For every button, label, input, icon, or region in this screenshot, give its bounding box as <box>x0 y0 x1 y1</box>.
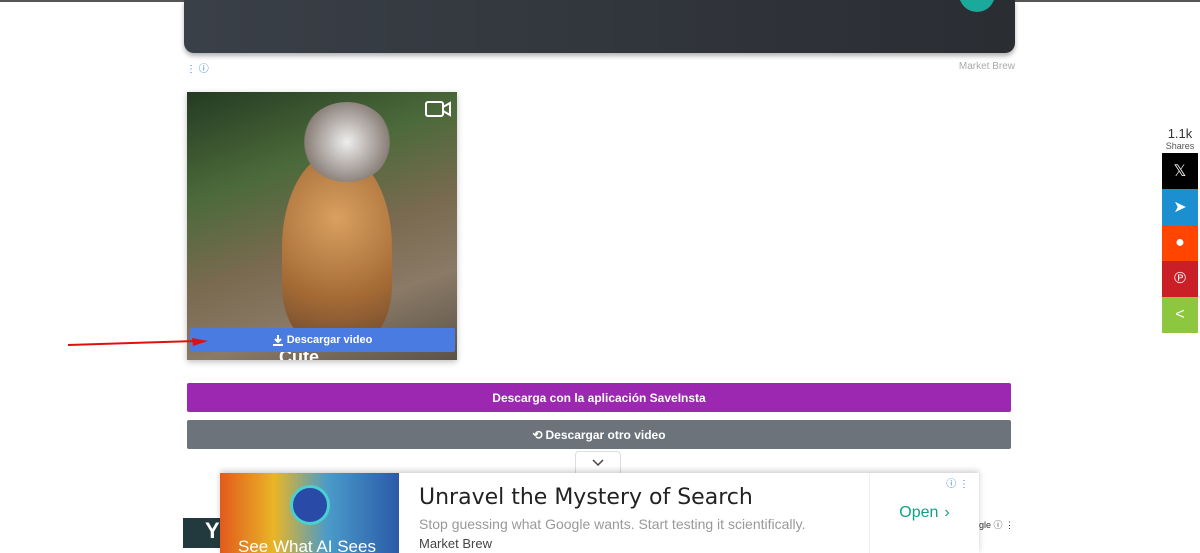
download-video-label: Descargar video <box>286 334 373 346</box>
partial-ad-left: Y <box>183 518 220 548</box>
video-camera-icon <box>425 101 451 117</box>
ad-cta-circle[interactable] <box>959 0 995 12</box>
telegram-icon: ➤ <box>1173 199 1187 216</box>
download-another-label: Descargar otro video <box>545 427 666 442</box>
download-video-button[interactable]: Descargar video <box>190 328 455 352</box>
share-telegram-button[interactable]: ➤ <box>1162 189 1198 225</box>
partial-ad-right: gle ⓘ ⋮ <box>979 520 1015 530</box>
download-icon <box>272 334 283 346</box>
pinterest-icon: ℗ <box>1174 270 1186 287</box>
ad-image: See What AI Sees <box>220 473 399 553</box>
bottom-anchor-ad[interactable]: See What AI Sees Unravel the Mystery of … <box>220 473 979 553</box>
video-thumbnail[interactable]: Cute <box>187 92 457 360</box>
download-another-button[interactable]: ⟲ Descargar otro video <box>187 420 1011 449</box>
collapse-ad-button[interactable] <box>575 451 621 473</box>
chevron-down-icon <box>592 458 604 466</box>
ad-advertiser: Market Brew <box>419 536 492 551</box>
share-count: 1.1k <box>1167 126 1193 141</box>
reddit-icon: ● <box>1175 234 1185 251</box>
ad-open-label: Open <box>899 504 939 521</box>
top-ad-banner[interactable] <box>184 0 1015 53</box>
share-icon: < <box>1175 306 1185 323</box>
ad-image-text: See What AI Sees <box>238 537 376 553</box>
ad-advertiser: Market Brew <box>958 61 1015 72</box>
share-x-button[interactable]: 𝕏 <box>1162 153 1198 189</box>
share-bar: 1.1k Shares 𝕏 ➤ ● ℗ < <box>1162 126 1198 333</box>
share-more-button[interactable]: < <box>1162 297 1198 333</box>
ad-title[interactable]: Unravel the Mystery of Search <box>419 485 849 510</box>
refresh-icon: ⟲ <box>532 427 543 442</box>
chevron-right-icon: › <box>944 504 950 521</box>
share-reddit-button[interactable]: ● <box>1162 225 1198 261</box>
ad-info-icon[interactable]: ⓘ ⋮ <box>946 475 969 490</box>
ad-info-icon[interactable]: ⋮ ⓘ <box>186 60 209 75</box>
share-label: Shares <box>1165 141 1195 151</box>
ad-logo <box>290 485 330 525</box>
ad-description: Stop guessing what Google wants. Start t… <box>419 516 806 532</box>
share-pinterest-button[interactable]: ℗ <box>1162 261 1198 297</box>
app-download-button[interactable]: Descarga con la aplicación SaveInsta <box>187 383 1011 412</box>
red-arrow-annotation <box>68 338 208 346</box>
headdress-image <box>302 102 392 182</box>
x-icon: 𝕏 <box>1173 163 1187 180</box>
